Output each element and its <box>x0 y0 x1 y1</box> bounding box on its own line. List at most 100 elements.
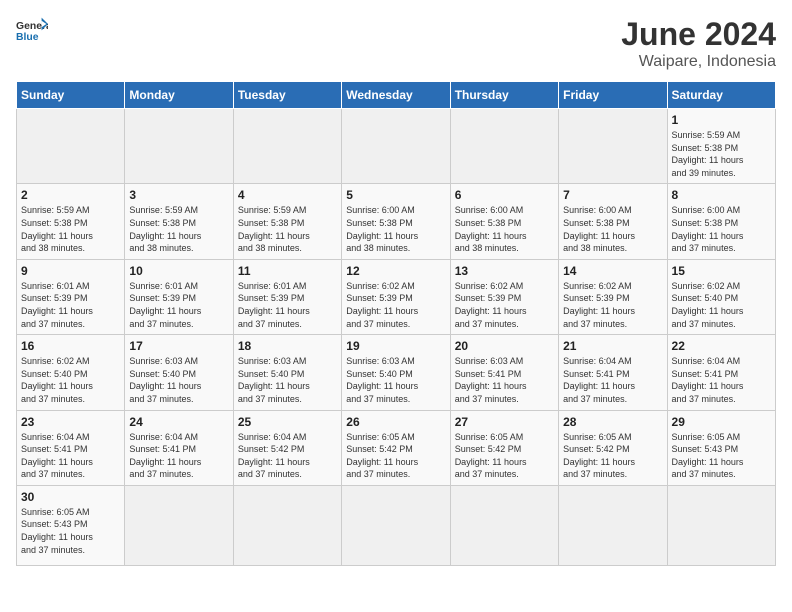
day-info: Sunrise: 5:59 AM Sunset: 5:38 PM Dayligh… <box>21 204 120 254</box>
logo-icon: General Blue <box>16 16 48 44</box>
day-number: 21 <box>563 339 662 353</box>
day-number: 25 <box>238 415 337 429</box>
day-number: 11 <box>238 264 337 278</box>
day-info: Sunrise: 6:02 AM Sunset: 5:39 PM Dayligh… <box>563 280 662 330</box>
calendar-cell: 15Sunrise: 6:02 AM Sunset: 5:40 PM Dayli… <box>667 259 775 334</box>
weekday-header-row: SundayMondayTuesdayWednesdayThursdayFrid… <box>17 82 776 109</box>
weekday-header-saturday: Saturday <box>667 82 775 109</box>
day-number: 10 <box>129 264 228 278</box>
day-info: Sunrise: 6:05 AM Sunset: 5:43 PM Dayligh… <box>21 506 120 556</box>
title-section: June 2024 Waipare, Indonesia <box>621 16 776 71</box>
day-number: 7 <box>563 188 662 202</box>
calendar-cell: 27Sunrise: 6:05 AM Sunset: 5:42 PM Dayli… <box>450 410 558 485</box>
calendar-cell: 28 Sunrise: 6:05 AM Sunset: 5:42 PM Dayli… <box>559 410 667 485</box>
calendar-cell: 13 Sunrise: 6:02 AM Sunset: 5:39 PM Dayli… <box>450 259 558 334</box>
calendar-cell: 10 Sunrise: 6:01 AM Sunset: 5:39 PM Dayli… <box>125 259 233 334</box>
day-info: Sunrise: 6:03 AM Sunset: 5:41 PM Dayligh… <box>455 355 554 405</box>
day-info: Sunrise: 6:02 AM Sunset: 5:39 PM Dayligh… <box>455 280 554 330</box>
day-info: Sunrise: 6:04 AM Sunset: 5:41 PM Dayligh… <box>672 355 771 405</box>
calendar-cell: 8Sunrise: 6:00 AM Sunset: 5:38 PM Daylig… <box>667 184 775 259</box>
day-number: 18 <box>238 339 337 353</box>
day-info: Sunrise: 6:05 AM Sunset: 5:43 PM Dayligh… <box>672 431 771 481</box>
calendar-cell <box>667 485 775 565</box>
calendar-cell <box>342 485 450 565</box>
calendar-cell <box>125 485 233 565</box>
calendar-cell: 6 Sunrise: 6:00 AM Sunset: 5:38 PM Daylig… <box>450 184 558 259</box>
day-info: Sunrise: 6:00 AM Sunset: 5:38 PM Dayligh… <box>455 204 554 254</box>
day-number: 4 <box>238 188 337 202</box>
day-number: 19 <box>346 339 445 353</box>
calendar-cell: 5Sunrise: 6:00 AM Sunset: 5:38 PM Daylig… <box>342 184 450 259</box>
day-info: Sunrise: 6:01 AM Sunset: 5:39 PM Dayligh… <box>129 280 228 330</box>
calendar-cell: 12 Sunrise: 6:02 AM Sunset: 5:39 PM Dayli… <box>342 259 450 334</box>
calendar-cell: 16 Sunrise: 6:02 AM Sunset: 5:40 PM Dayli… <box>17 335 125 410</box>
calendar-cell: 24Sunrise: 6:04 AM Sunset: 5:41 PM Dayli… <box>125 410 233 485</box>
day-info: Sunrise: 5:59 AM Sunset: 5:38 PM Dayligh… <box>238 204 337 254</box>
calendar-cell: 3 Sunrise: 5:59 AM Sunset: 5:38 PM Daylig… <box>125 184 233 259</box>
calendar-cell: 21 Sunrise: 6:04 AM Sunset: 5:41 PM Dayli… <box>559 335 667 410</box>
week-row-2: 2 Sunrise: 5:59 AM Sunset: 5:38 PM Daylig… <box>17 184 776 259</box>
day-number: 29 <box>672 415 771 429</box>
calendar-cell <box>233 485 341 565</box>
calendar-cell: 23 Sunrise: 6:04 AM Sunset: 5:41 PM Dayli… <box>17 410 125 485</box>
day-number: 12 <box>346 264 445 278</box>
day-info: Sunrise: 6:05 AM Sunset: 5:42 PM Dayligh… <box>346 431 445 481</box>
calendar-cell: 29 Sunrise: 6:05 AM Sunset: 5:43 PM Dayli… <box>667 410 775 485</box>
day-number: 15 <box>672 264 771 278</box>
calendar-cell: 22 Sunrise: 6:04 AM Sunset: 5:41 PM Dayli… <box>667 335 775 410</box>
day-number: 23 <box>21 415 120 429</box>
weekday-header-sunday: Sunday <box>17 82 125 109</box>
calendar-subtitle: Waipare, Indonesia <box>621 53 776 71</box>
calendar-cell <box>125 109 233 184</box>
day-info: Sunrise: 6:05 AM Sunset: 5:42 PM Dayligh… <box>563 431 662 481</box>
weekday-header-tuesday: Tuesday <box>233 82 341 109</box>
day-info: Sunrise: 6:02 AM Sunset: 5:39 PM Dayligh… <box>346 280 445 330</box>
day-number: 22 <box>672 339 771 353</box>
day-info: Sunrise: 6:05 AM Sunset: 5:42 PM Dayligh… <box>455 431 554 481</box>
day-info: Sunrise: 6:03 AM Sunset: 5:40 PM Dayligh… <box>238 355 337 405</box>
day-info: Sunrise: 5:59 AM Sunset: 5:38 PM Dayligh… <box>672 129 771 179</box>
calendar-cell: 11 Sunrise: 6:01 AM Sunset: 5:39 PM Dayli… <box>233 259 341 334</box>
logo: General Blue <box>16 16 48 44</box>
day-info: Sunrise: 6:04 AM Sunset: 5:42 PM Dayligh… <box>238 431 337 481</box>
day-number: 6 <box>455 188 554 202</box>
weekday-header-wednesday: Wednesday <box>342 82 450 109</box>
calendar-cell: 7 Sunrise: 6:00 AM Sunset: 5:38 PM Daylig… <box>559 184 667 259</box>
calendar-cell: 2 Sunrise: 5:59 AM Sunset: 5:38 PM Daylig… <box>17 184 125 259</box>
calendar-cell <box>450 109 558 184</box>
day-info: Sunrise: 5:59 AM Sunset: 5:38 PM Dayligh… <box>129 204 228 254</box>
day-number: 13 <box>455 264 554 278</box>
calendar-table: SundayMondayTuesdayWednesdayThursdayFrid… <box>16 81 776 566</box>
calendar-cell: 9Sunrise: 6:01 AM Sunset: 5:39 PM Daylig… <box>17 259 125 334</box>
week-row-3: 9Sunrise: 6:01 AM Sunset: 5:39 PM Daylig… <box>17 259 776 334</box>
day-info: Sunrise: 6:01 AM Sunset: 5:39 PM Dayligh… <box>21 280 120 330</box>
day-number: 30 <box>21 490 120 504</box>
week-row-1: 1 Sunrise: 5:59 AM Sunset: 5:38 PM Daylig… <box>17 109 776 184</box>
day-number: 14 <box>563 264 662 278</box>
day-info: Sunrise: 6:01 AM Sunset: 5:39 PM Dayligh… <box>238 280 337 330</box>
calendar-title: June 2024 <box>621 16 776 53</box>
day-number: 26 <box>346 415 445 429</box>
weekday-header-thursday: Thursday <box>450 82 558 109</box>
calendar-cell <box>17 109 125 184</box>
week-row-4: 16 Sunrise: 6:02 AM Sunset: 5:40 PM Dayli… <box>17 335 776 410</box>
calendar-cell: 20 Sunrise: 6:03 AM Sunset: 5:41 PM Dayli… <box>450 335 558 410</box>
day-number: 2 <box>21 188 120 202</box>
day-info: Sunrise: 6:00 AM Sunset: 5:38 PM Dayligh… <box>346 204 445 254</box>
day-number: 28 <box>563 415 662 429</box>
calendar-cell: 19Sunrise: 6:03 AM Sunset: 5:40 PM Dayli… <box>342 335 450 410</box>
calendar-cell: 25 Sunrise: 6:04 AM Sunset: 5:42 PM Dayli… <box>233 410 341 485</box>
day-number: 1 <box>672 113 771 127</box>
calendar-cell: 18 Sunrise: 6:03 AM Sunset: 5:40 PM Dayli… <box>233 335 341 410</box>
day-info: Sunrise: 6:04 AM Sunset: 5:41 PM Dayligh… <box>21 431 120 481</box>
day-info: Sunrise: 6:00 AM Sunset: 5:38 PM Dayligh… <box>563 204 662 254</box>
day-info: Sunrise: 6:02 AM Sunset: 5:40 PM Dayligh… <box>21 355 120 405</box>
day-number: 17 <box>129 339 228 353</box>
day-number: 20 <box>455 339 554 353</box>
week-row-6: 30 Sunrise: 6:05 AM Sunset: 5:43 PM Dayli… <box>17 485 776 565</box>
day-number: 3 <box>129 188 228 202</box>
day-info: Sunrise: 6:04 AM Sunset: 5:41 PM Dayligh… <box>563 355 662 405</box>
day-number: 16 <box>21 339 120 353</box>
calendar-cell: 1 Sunrise: 5:59 AM Sunset: 5:38 PM Daylig… <box>667 109 775 184</box>
day-number: 8 <box>672 188 771 202</box>
